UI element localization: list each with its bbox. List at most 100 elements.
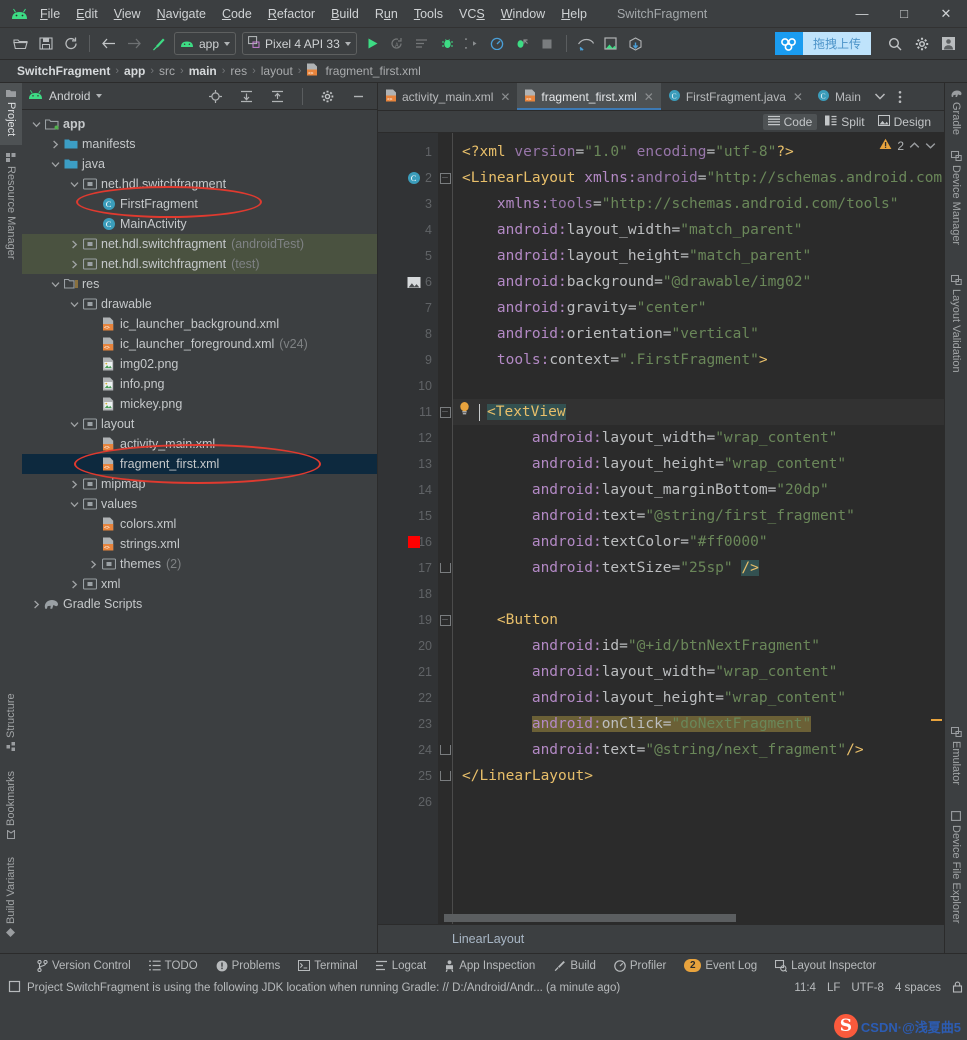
editor-tab-firstfragment-java[interactable]: C FirstFragment.java ✕ [661,83,810,110]
menu-item-refactor[interactable]: Refactor [260,4,323,24]
tree-node-values[interactable]: values [22,494,377,514]
open-folder-icon[interactable] [8,31,33,56]
tool-window-build[interactable]: Build [544,960,605,972]
close-icon[interactable]: ✕ [644,90,654,104]
code-line-19[interactable]: <Button [452,607,944,633]
menu-item-edit[interactable]: Edit [68,4,106,24]
tool-window-event-log[interactable]: 2 Event Log [675,959,766,972]
gutter-line-12[interactable]: 12 [378,425,438,451]
tree-node-themes[interactable]: themes (2) [22,554,377,574]
tool-window-profiler[interactable]: Profiler [605,960,675,972]
tool-window-terminal[interactable]: Terminal [289,960,366,972]
menu-item-code[interactable]: Code [214,4,260,24]
gutter-line-19[interactable]: 19 [378,607,438,633]
sidebar-item-emulator[interactable]: Emulator [945,721,967,801]
gutter-line-15[interactable]: 15 [378,503,438,529]
fold-marker-line-17[interactable] [438,555,452,581]
sidebar-item-structure[interactable]: Structure [0,685,22,757]
fold-marker-line-24[interactable] [438,737,452,763]
run-configuration-selector[interactable]: app [174,32,237,55]
device-selector[interactable]: Pixel 4 API 33 [242,32,357,55]
sidebar-item-gradle[interactable]: Gradle [945,83,967,143]
fold-collapse-icon[interactable]: ─ [439,406,451,418]
code-line-24[interactable]: android:text="@string/next_fragment"/> [452,737,944,763]
chevron-down-icon[interactable] [68,181,81,188]
chevron-right-icon[interactable] [68,480,81,489]
notification-icon[interactable] [8,980,21,996]
menu-item-vcs[interactable]: VCS [451,4,493,24]
menu-item-file[interactable]: File [32,4,68,24]
tree-node-fragment-first-xml[interactable]: <> fragment_first.xml [22,454,377,474]
fold-collapse-icon[interactable]: ─ [439,172,451,184]
tree-node-activity-main-xml[interactable]: <> activity_main.xml [22,434,377,454]
chevron-right-icon[interactable] [68,260,81,269]
code-line-18[interactable] [452,581,944,607]
tree-node-colors-xml[interactable]: <> colors.xml [22,514,377,534]
editor-text[interactable]: <?xml version="1.0" encoding="utf-8"?> <L… [452,133,944,924]
sidebar-item-bookmarks[interactable]: Bookmarks [0,763,22,845]
fold-end-icon[interactable] [439,745,451,755]
chevron-right-icon[interactable] [68,240,81,249]
breadcrumb-item-2[interactable]: src [156,64,178,78]
project-tree[interactable]: app manifests java net.hdl.switchfragment C F… [22,110,377,953]
sidebar-item-layout-validation[interactable]: Layout Validation [945,269,967,399]
gutter-line-14[interactable]: 14 [378,477,438,503]
tree-node-info-png[interactable]: info.png [22,374,377,394]
fold-marker-line-25[interactable] [438,763,452,789]
code-line-3[interactable]: xmlns:tools="http://schemas.android.com/… [452,191,944,217]
sdk-manager-icon[interactable] [573,31,598,56]
tree-node-strings-xml[interactable]: <> strings.xml [22,534,377,554]
sidebar-item-project[interactable]: Project [0,83,22,145]
breadcrumb-item-6[interactable]: fragment_first.xml [322,64,423,78]
code-line-9[interactable]: tools:context=".FirstFragment"> [452,347,944,373]
fold-marker-line-2[interactable]: ─ [438,165,452,191]
editor-fold-column[interactable]: ─ ─ ─ [438,133,452,924]
gutter-line-21[interactable]: 21 [378,659,438,685]
hide-icon[interactable] [346,84,371,109]
menu-item-view[interactable]: View [106,4,149,24]
more-vertical-icon[interactable] [892,83,908,110]
editor-breadcrumb-bottom[interactable]: LinearLayout [378,924,944,953]
editor-gutter[interactable]: 1 C 2 3 4 5 6 7 8 9 10 11 12 13 14 15 16 17 18 19 20 21 22 23 24… [378,133,438,924]
tree-node-net-hdl-switchfragment[interactable]: net.hdl.switchfragment (test) [22,254,377,274]
view-mode-split[interactable]: Split [820,114,869,130]
code-line-23[interactable]: android:onClick="doNextFragment" [452,711,944,737]
code-line-5[interactable]: android:layout_height="match_parent" [452,243,944,269]
tree-node-mipmap[interactable]: mipmap [22,474,377,494]
indent-setting[interactable]: 4 spaces [895,982,941,994]
code-line-1[interactable]: <?xml version="1.0" encoding="utf-8"?> [452,139,944,165]
line-separator[interactable]: LF [827,982,840,994]
gutter-line-13[interactable]: 13 [378,451,438,477]
caret-position[interactable]: 11:4 [794,982,816,994]
chevron-right-icon[interactable] [68,580,81,589]
close-icon[interactable]: ✕ [925,0,967,27]
code-line-13[interactable]: android:layout_height="wrap_content" [452,451,944,477]
chevron-down-icon[interactable] [96,94,103,98]
gutter-line-20[interactable]: 20 [378,633,438,659]
code-line-10[interactable] [452,373,944,399]
tab-overflow-chevron-down-icon[interactable] [868,83,892,110]
gutter-line-5[interactable]: 5 [378,243,438,269]
chevron-down-icon[interactable] [30,121,43,128]
run-icon[interactable] [360,31,385,56]
editor-tab-fragment-first-xml[interactable]: <> fragment_first.xml ✕ [517,83,662,110]
lock-icon[interactable] [952,981,963,996]
tool-window-app-inspection[interactable]: App Inspection [435,960,544,972]
code-line-21[interactable]: android:layout_width="wrap_content" [452,659,944,685]
code-line-20[interactable]: android:id="@+id/btnNextFragment" [452,633,944,659]
menu-item-help[interactable]: Help [553,4,595,24]
code-editor[interactable]: 1 C 2 3 4 5 6 7 8 9 10 11 12 13 14 15 16 17 18 19 20 21 22 23 24… [378,133,944,924]
tree-node-layout[interactable]: layout [22,414,377,434]
gutter-line-22[interactable]: 22 [378,685,438,711]
tool-window-todo[interactable]: TODO [140,960,207,972]
gutter-line-10[interactable]: 10 [378,373,438,399]
code-line-2[interactable]: <LinearLayout xmlns:android="http://sche… [452,165,944,191]
sidebar-item-device-manager[interactable]: Device Manager [945,145,967,267]
tree-node-manifests[interactable]: manifests [22,134,377,154]
avd-manager-icon[interactable] [598,31,623,56]
code-line-22[interactable]: android:layout_height="wrap_content" [452,685,944,711]
image-preview-icon[interactable] [406,274,422,290]
avatar-icon[interactable] [936,31,961,56]
menu-item-window[interactable]: Window [493,4,553,24]
code-line-6[interactable]: android:background="@drawable/img02" [452,269,944,295]
